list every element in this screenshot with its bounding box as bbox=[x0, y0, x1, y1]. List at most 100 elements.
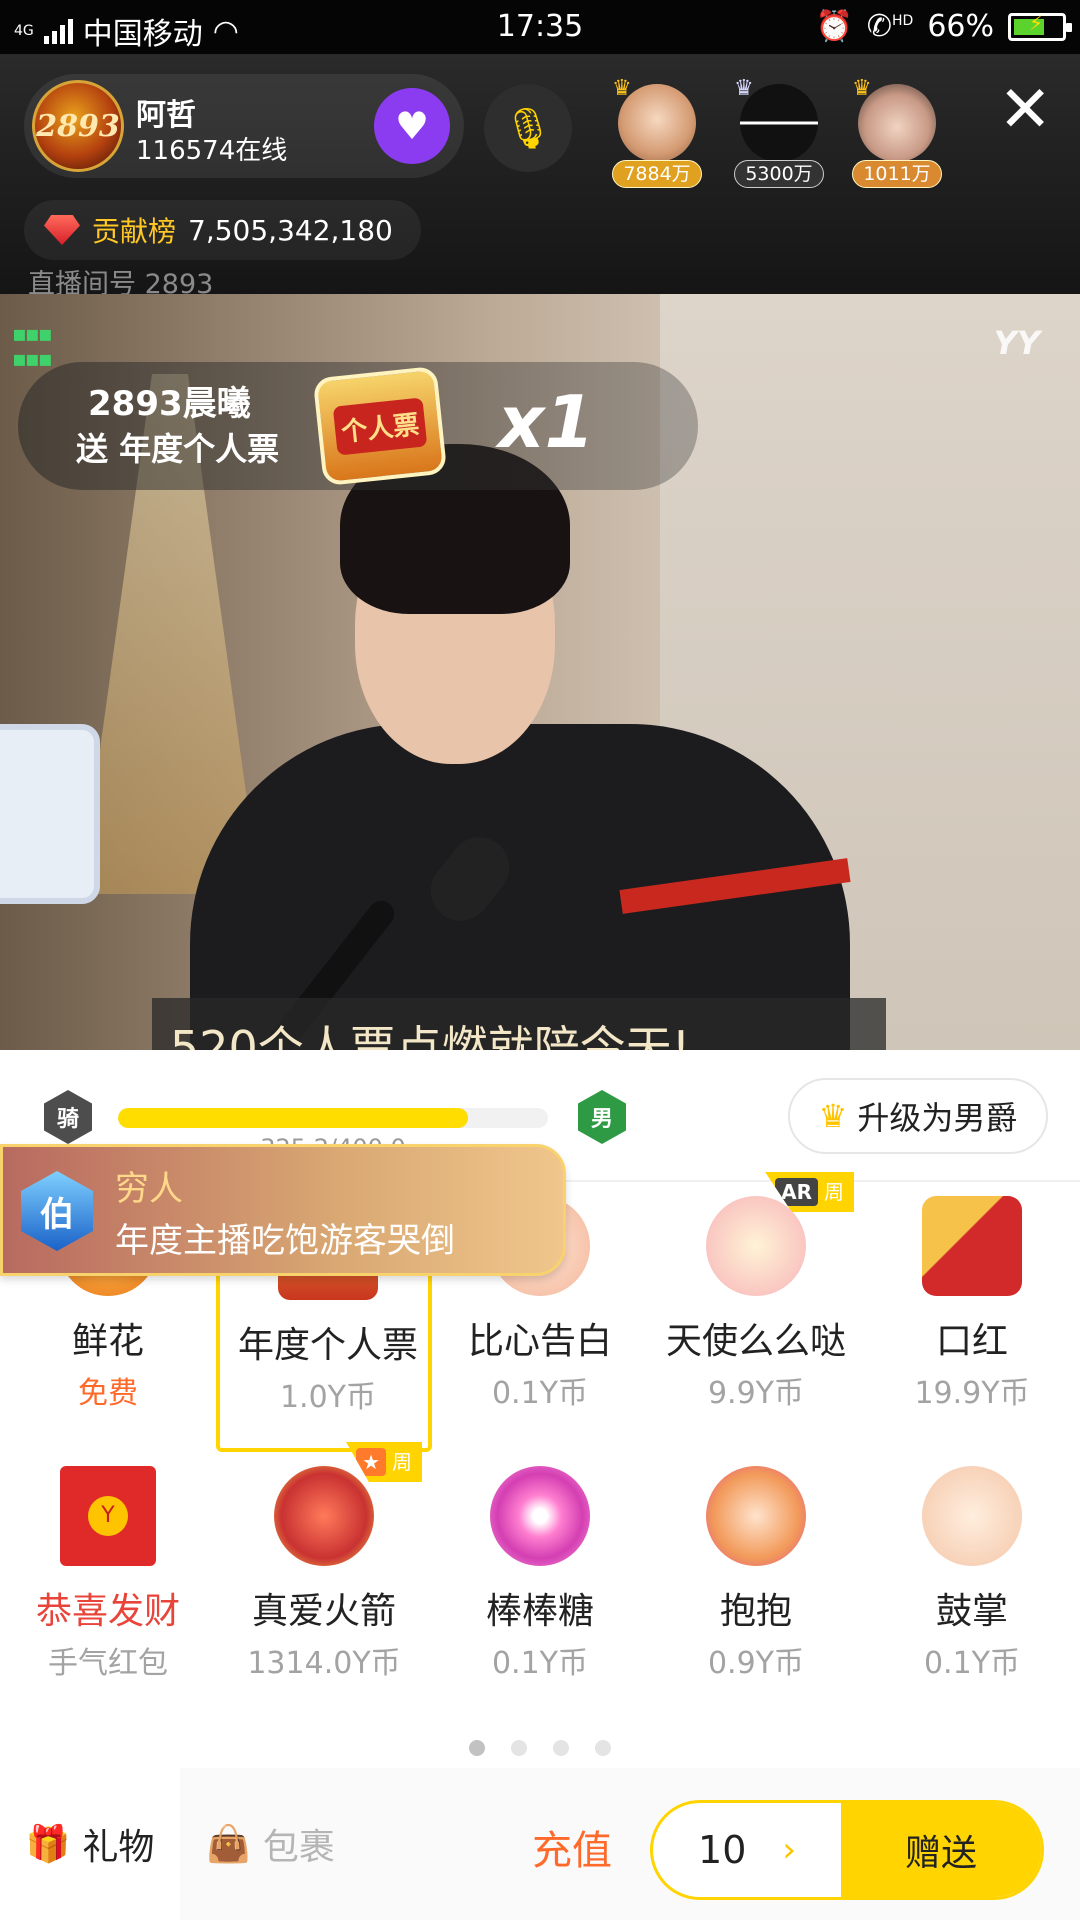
send-control: 10 › 赠送 bbox=[650, 1800, 1044, 1900]
gift-action: 送 年度个人票 bbox=[76, 430, 280, 468]
room-header: 2893 阿哲 116574在线 ♥ 🎙 ♛ 7884万 ♛ 5300万 ♛ 1… bbox=[0, 54, 1080, 300]
gift-name: 抱抱 bbox=[719, 1591, 792, 1632]
online-count: 116574在线 bbox=[136, 136, 288, 166]
host-name: 阿哲 bbox=[136, 98, 196, 133]
rocket-icon bbox=[274, 1466, 374, 1566]
gift-sender: 2893晨曦 bbox=[88, 384, 251, 424]
contribution-label: 贡献榜 bbox=[92, 215, 177, 248]
top-fan-1[interactable]: ♛ 7884万 bbox=[612, 76, 702, 188]
top-fan-3[interactable]: ♛ 1011万 bbox=[852, 76, 942, 188]
gift-item[interactable]: Y 恭喜发财 手气红包 bbox=[0, 1452, 216, 1722]
follow-heart-button[interactable]: ♥ bbox=[374, 88, 450, 164]
gift-multiplier: x1 bbox=[498, 380, 595, 464]
page-dot[interactable] bbox=[469, 1740, 485, 1756]
gift-box-icon: 🎁 bbox=[25, 1824, 71, 1865]
gift-notification-banner: 2893晨曦 送 年度个人票 个人票 x1 bbox=[18, 362, 698, 490]
gift-item[interactable]: AR 周 天使么么哒 9.9Y币 bbox=[648, 1172, 864, 1452]
background-cup bbox=[0, 724, 100, 904]
tab-gift[interactable]: 🎁 礼物 bbox=[0, 1768, 180, 1920]
crown-icon: ♛ bbox=[818, 1097, 848, 1135]
tab-bag-label: 包裹 bbox=[262, 1827, 335, 1868]
level-progress-bar bbox=[118, 1108, 548, 1128]
fan-contribution: 7884万 bbox=[612, 160, 702, 188]
gift-panel: 骑 325.2/400.0 男 ♛ 升级为男爵 伯 穷人 年度主播吃饱游客哭倒 … bbox=[0, 1050, 1080, 1920]
bottom-bar: 🎁 礼物 👜 包裹 充值 10 › 赠送 bbox=[0, 1768, 1080, 1920]
contribution-rank[interactable]: 贡献榜 7,505,342,180 bbox=[24, 200, 421, 260]
upgrade-button[interactable]: ♛ 升级为男爵 bbox=[788, 1078, 1048, 1154]
lollipop-icon bbox=[490, 1466, 590, 1566]
gift-price: 0.1Y币 bbox=[491, 1376, 589, 1411]
chevron-right-icon: › bbox=[782, 1830, 796, 1870]
winged-heart-icon: ♥ bbox=[394, 104, 430, 148]
gift-price: 手气红包 bbox=[48, 1646, 168, 1681]
clap-icon bbox=[922, 1466, 1022, 1566]
gift-name: 年度个人票 bbox=[237, 1325, 418, 1366]
gift-item[interactable]: ★ 周 真爱火箭 1314.0Y币 bbox=[216, 1442, 432, 1722]
gift-item[interactable]: 抱抱 0.9Y币 bbox=[648, 1452, 864, 1722]
gift-price: 0.1Y币 bbox=[923, 1646, 1021, 1681]
red-envelope-icon: Y bbox=[60, 1466, 156, 1566]
gift-item[interactable]: 鼓掌 0.1Y币 bbox=[864, 1452, 1080, 1722]
page-indicator bbox=[0, 1740, 1080, 1756]
next-rank-badge: 男 bbox=[578, 1090, 626, 1144]
yy-logo: YY bbox=[993, 324, 1040, 362]
mic-user-icon: 🎙 bbox=[502, 105, 554, 152]
quantity-selector[interactable]: 10 › bbox=[653, 1803, 841, 1897]
page-dot[interactable] bbox=[511, 1740, 527, 1756]
page-dot[interactable] bbox=[553, 1740, 569, 1756]
gift-price: 0.1Y币 bbox=[491, 1646, 589, 1681]
gift-price: 1.0Y币 bbox=[279, 1380, 377, 1415]
recharge-link[interactable]: 充值 bbox=[532, 1818, 612, 1876]
gift-name: 鲜花 bbox=[71, 1321, 144, 1362]
alarm-icon: ⏰ bbox=[815, 9, 853, 44]
tab-bag[interactable]: 👜 包裹 bbox=[206, 1768, 335, 1920]
gift-price: 0.9Y币 bbox=[707, 1646, 805, 1681]
hug-icon bbox=[706, 1466, 806, 1566]
gift-item[interactable]: 口红 19.9Y币 bbox=[864, 1182, 1080, 1452]
gift-price: 9.9Y币 bbox=[707, 1376, 805, 1411]
quantity-value: 10 bbox=[698, 1828, 747, 1872]
noble-message: 年度主播吃饱游客哭倒 bbox=[115, 1221, 455, 1261]
live-video[interactable]: ▪▪▪ ▪▪▪ YY 520个人票点燃就陪今天! 2893晨曦 送 年度个人票 个… bbox=[0, 294, 1080, 1050]
send-button[interactable]: 赠送 bbox=[841, 1803, 1041, 1897]
lipstick-icon bbox=[922, 1196, 1022, 1296]
noble-title: 穷人 bbox=[115, 1169, 183, 1209]
mic-link-button[interactable]: 🎙 bbox=[484, 84, 572, 172]
gift-name: 棒棒糖 bbox=[485, 1591, 594, 1632]
tab-gift-label: 礼物 bbox=[82, 1827, 155, 1868]
gift-price: 免费 bbox=[78, 1376, 138, 1411]
hd-call-icon: ✆HD bbox=[866, 9, 914, 44]
gift-item[interactable]: 棒棒糖 0.1Y币 bbox=[432, 1452, 648, 1722]
gift-name: 恭喜发财 bbox=[35, 1591, 180, 1632]
diamond-icon bbox=[44, 215, 80, 245]
ticket-icon: 个人票 bbox=[312, 365, 448, 487]
gift-name: 鼓掌 bbox=[935, 1591, 1008, 1632]
gift-name: 比心告白 bbox=[467, 1321, 612, 1362]
battery-icon: ⚡ bbox=[1008, 11, 1072, 41]
host-avatar[interactable]: 2893 bbox=[32, 80, 124, 172]
noble-badge: 伯 bbox=[21, 1171, 93, 1251]
video-caption: 520个人票点燃就陪今天! bbox=[152, 998, 886, 1050]
progress-fill bbox=[118, 1108, 468, 1128]
battery-percent: 66% bbox=[927, 9, 994, 44]
gift-price: 19.9Y币 bbox=[914, 1376, 1030, 1411]
bag-icon: 👜 bbox=[206, 1824, 251, 1865]
angel-icon bbox=[706, 1196, 806, 1296]
top-fan-2[interactable]: ♛ 5300万 bbox=[734, 76, 824, 188]
gift-name: 天使么么哒 bbox=[665, 1321, 846, 1362]
fan-contribution: 1011万 bbox=[852, 160, 942, 188]
gift-name: 真爱火箭 bbox=[251, 1591, 396, 1632]
fan-avatar bbox=[618, 84, 696, 162]
gift-name: 口红 bbox=[935, 1321, 1008, 1362]
upgrade-label: 升级为男爵 bbox=[857, 1099, 1018, 1137]
signal-grid-icon: ▪▪▪ ▪▪▪ bbox=[12, 322, 53, 372]
close-button[interactable]: ✕ bbox=[998, 78, 1052, 142]
streamer bbox=[150, 444, 851, 1050]
contribution-value: 7,505,342,180 bbox=[188, 213, 393, 247]
status-bar: 4G 中国移动 ◠ 17:35 ⏰ ✆HD 66% ⚡ bbox=[0, 0, 1080, 54]
fan-avatar bbox=[740, 84, 818, 162]
gift-price: 1314.0Y币 bbox=[247, 1646, 401, 1681]
current-rank-badge: 骑 bbox=[44, 1090, 92, 1144]
page-dot[interactable] bbox=[595, 1740, 611, 1756]
fan-avatar bbox=[858, 84, 936, 162]
